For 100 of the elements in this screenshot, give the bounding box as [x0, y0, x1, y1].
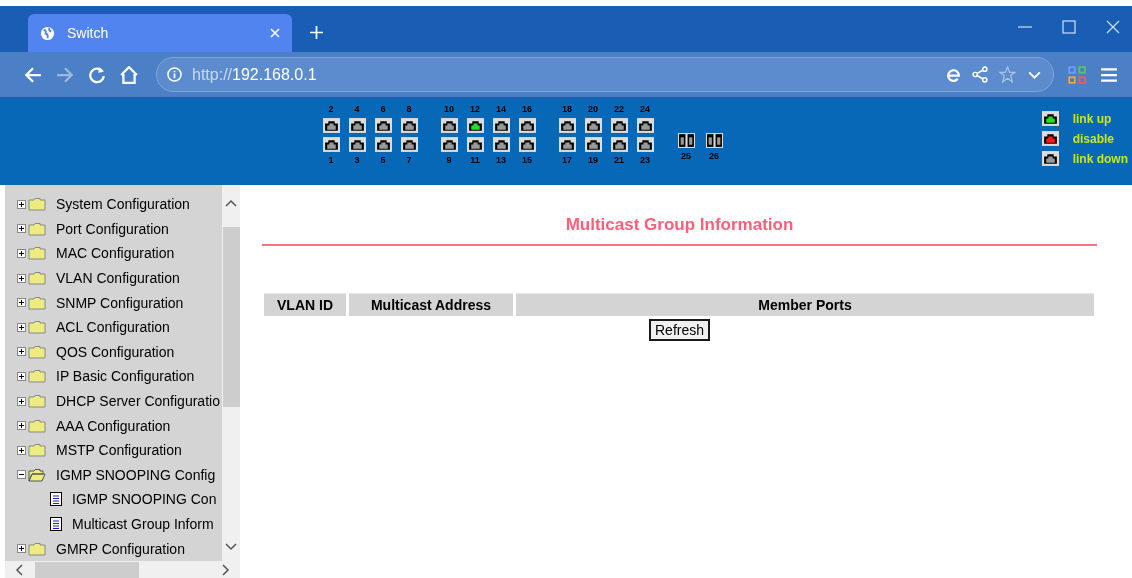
folder-icon [28, 418, 46, 433]
folder-icon [28, 295, 46, 310]
port-number: 8 [406, 105, 412, 114]
tree-item[interactable]: System Configuration [56, 196, 190, 213]
tree-item[interactable]: GMRP Configuration [56, 540, 185, 557]
expander-icon[interactable] [17, 224, 26, 234]
menu-icon[interactable] [1100, 65, 1118, 84]
ethernet-port-icon[interactable] [348, 137, 366, 152]
home-icon[interactable] [120, 65, 138, 84]
ethernet-port-icon[interactable] [466, 137, 484, 152]
tree-item[interactable]: IGMP SNOOPING Config [56, 466, 216, 483]
ethernet-port-icon[interactable] [518, 118, 536, 133]
folder-icon [28, 320, 46, 335]
folder-icon [28, 541, 46, 556]
star-icon[interactable] [999, 66, 1016, 83]
expander-icon[interactable] [17, 371, 26, 381]
ethernet-port-icon[interactable] [492, 137, 510, 152]
port-number: 20 [588, 105, 598, 114]
port-number: 1 [328, 156, 334, 165]
reload-icon[interactable] [88, 65, 106, 84]
ethernet-port-icon[interactable] [440, 137, 458, 152]
ethernet-port-icon[interactable] [610, 137, 628, 152]
info-icon [167, 67, 182, 82]
expander-icon[interactable] [17, 470, 26, 480]
tree-item[interactable]: MSTP Configuration [56, 442, 182, 459]
close-icon[interactable] [1106, 20, 1120, 34]
column-header: Multicast Address [349, 293, 513, 316]
ethernet-port-icon[interactable] [400, 118, 418, 133]
expander-icon[interactable] [17, 396, 26, 406]
ethernet-port-icon[interactable] [492, 118, 510, 133]
expander-icon[interactable] [17, 544, 26, 554]
folder-icon [28, 221, 46, 236]
ethernet-port-icon[interactable] [584, 137, 602, 152]
port-number: 15 [522, 156, 532, 165]
expander-icon[interactable] [17, 273, 26, 283]
expander-icon[interactable] [17, 249, 26, 258]
scroll-up-icon[interactable] [225, 199, 237, 207]
maximize-icon[interactable] [1062, 20, 1076, 34]
tree-item[interactable]: SNMP Configuration [56, 294, 184, 311]
ethernet-port-icon[interactable] [636, 118, 654, 133]
folder-icon [28, 344, 46, 359]
tree-item[interactable]: IP Basic Configuration [56, 368, 195, 385]
expander-icon[interactable] [17, 322, 26, 332]
port-number: 23 [640, 156, 650, 165]
share-icon[interactable] [972, 66, 989, 83]
tree-item[interactable]: Multicast Group Inform [72, 516, 214, 532]
expander-icon[interactable] [17, 298, 26, 308]
expander-icon[interactable] [17, 199, 26, 209]
tab-title: Switch [67, 25, 110, 41]
new-tab-icon[interactable] [310, 26, 323, 39]
tree-item[interactable]: Port Configuration [56, 220, 169, 237]
tree-item[interactable]: IGMP SNOOPING Con [72, 491, 217, 508]
page-title: Multicast Group Information [564, 215, 795, 235]
port-number: 5 [380, 156, 386, 165]
port-number: 7 [406, 156, 412, 165]
ethernet-port-icon[interactable] [400, 137, 418, 152]
back-icon[interactable] [24, 65, 42, 84]
port-number: 2 [328, 105, 334, 114]
tree-item[interactable]: MAC Configuration [56, 245, 175, 262]
folder-icon [28, 197, 46, 212]
folder-icon [28, 443, 46, 458]
tree-item[interactable]: DHCP Server Configuratio [56, 393, 220, 410]
folder-icon [28, 394, 46, 409]
fiber-port-icon[interactable] [677, 133, 695, 148]
expander-icon[interactable] [17, 421, 26, 431]
ethernet-port-icon[interactable] [348, 118, 366, 133]
browser-tab[interactable]: Switch [28, 14, 292, 52]
ethernet-port-icon[interactable] [440, 118, 458, 133]
ethernet-port-icon[interactable] [610, 118, 628, 133]
tree-item[interactable]: ACL Configuration [56, 319, 170, 336]
folder-icon [28, 467, 46, 482]
ethernet-port-icon[interactable] [636, 137, 654, 152]
refresh-button[interactable]: Refresh [649, 319, 710, 341]
expander-icon[interactable] [17, 347, 26, 357]
legend-label: link down [1072, 151, 1128, 166]
scroll-right-icon[interactable] [222, 563, 230, 576]
ethernet-port-icon[interactable] [374, 137, 392, 152]
ethernet-port-icon[interactable] [322, 137, 340, 152]
tree-item[interactable]: VLAN Configuration [56, 270, 180, 287]
legend-label: link up [1072, 111, 1112, 126]
fiber-port-icon[interactable] [705, 133, 723, 148]
ethernet-port-icon[interactable] [558, 137, 576, 152]
port-number: 16 [522, 105, 532, 114]
ethernet-port-icon[interactable] [466, 118, 484, 133]
port-number: 17 [562, 156, 572, 165]
ethernet-port-icon[interactable] [584, 118, 602, 133]
scroll-down-icon[interactable] [225, 543, 237, 551]
ethernet-port-icon[interactable] [518, 137, 536, 152]
folder-icon [28, 369, 46, 384]
expander-icon[interactable] [17, 445, 26, 455]
scroll-left-icon[interactable] [15, 563, 23, 576]
ethernet-port-icon[interactable] [558, 118, 576, 133]
tree-item[interactable]: AAA Configuration [56, 417, 171, 434]
column-header: Member Ports [516, 293, 1094, 316]
tree-item[interactable]: QOS Configuration [56, 343, 175, 360]
folder-icon [28, 271, 46, 286]
close-tab-icon[interactable] [270, 28, 280, 38]
ethernet-port-icon[interactable] [322, 118, 340, 133]
ethernet-port-icon[interactable] [374, 118, 392, 133]
port-number: 13 [496, 156, 506, 165]
